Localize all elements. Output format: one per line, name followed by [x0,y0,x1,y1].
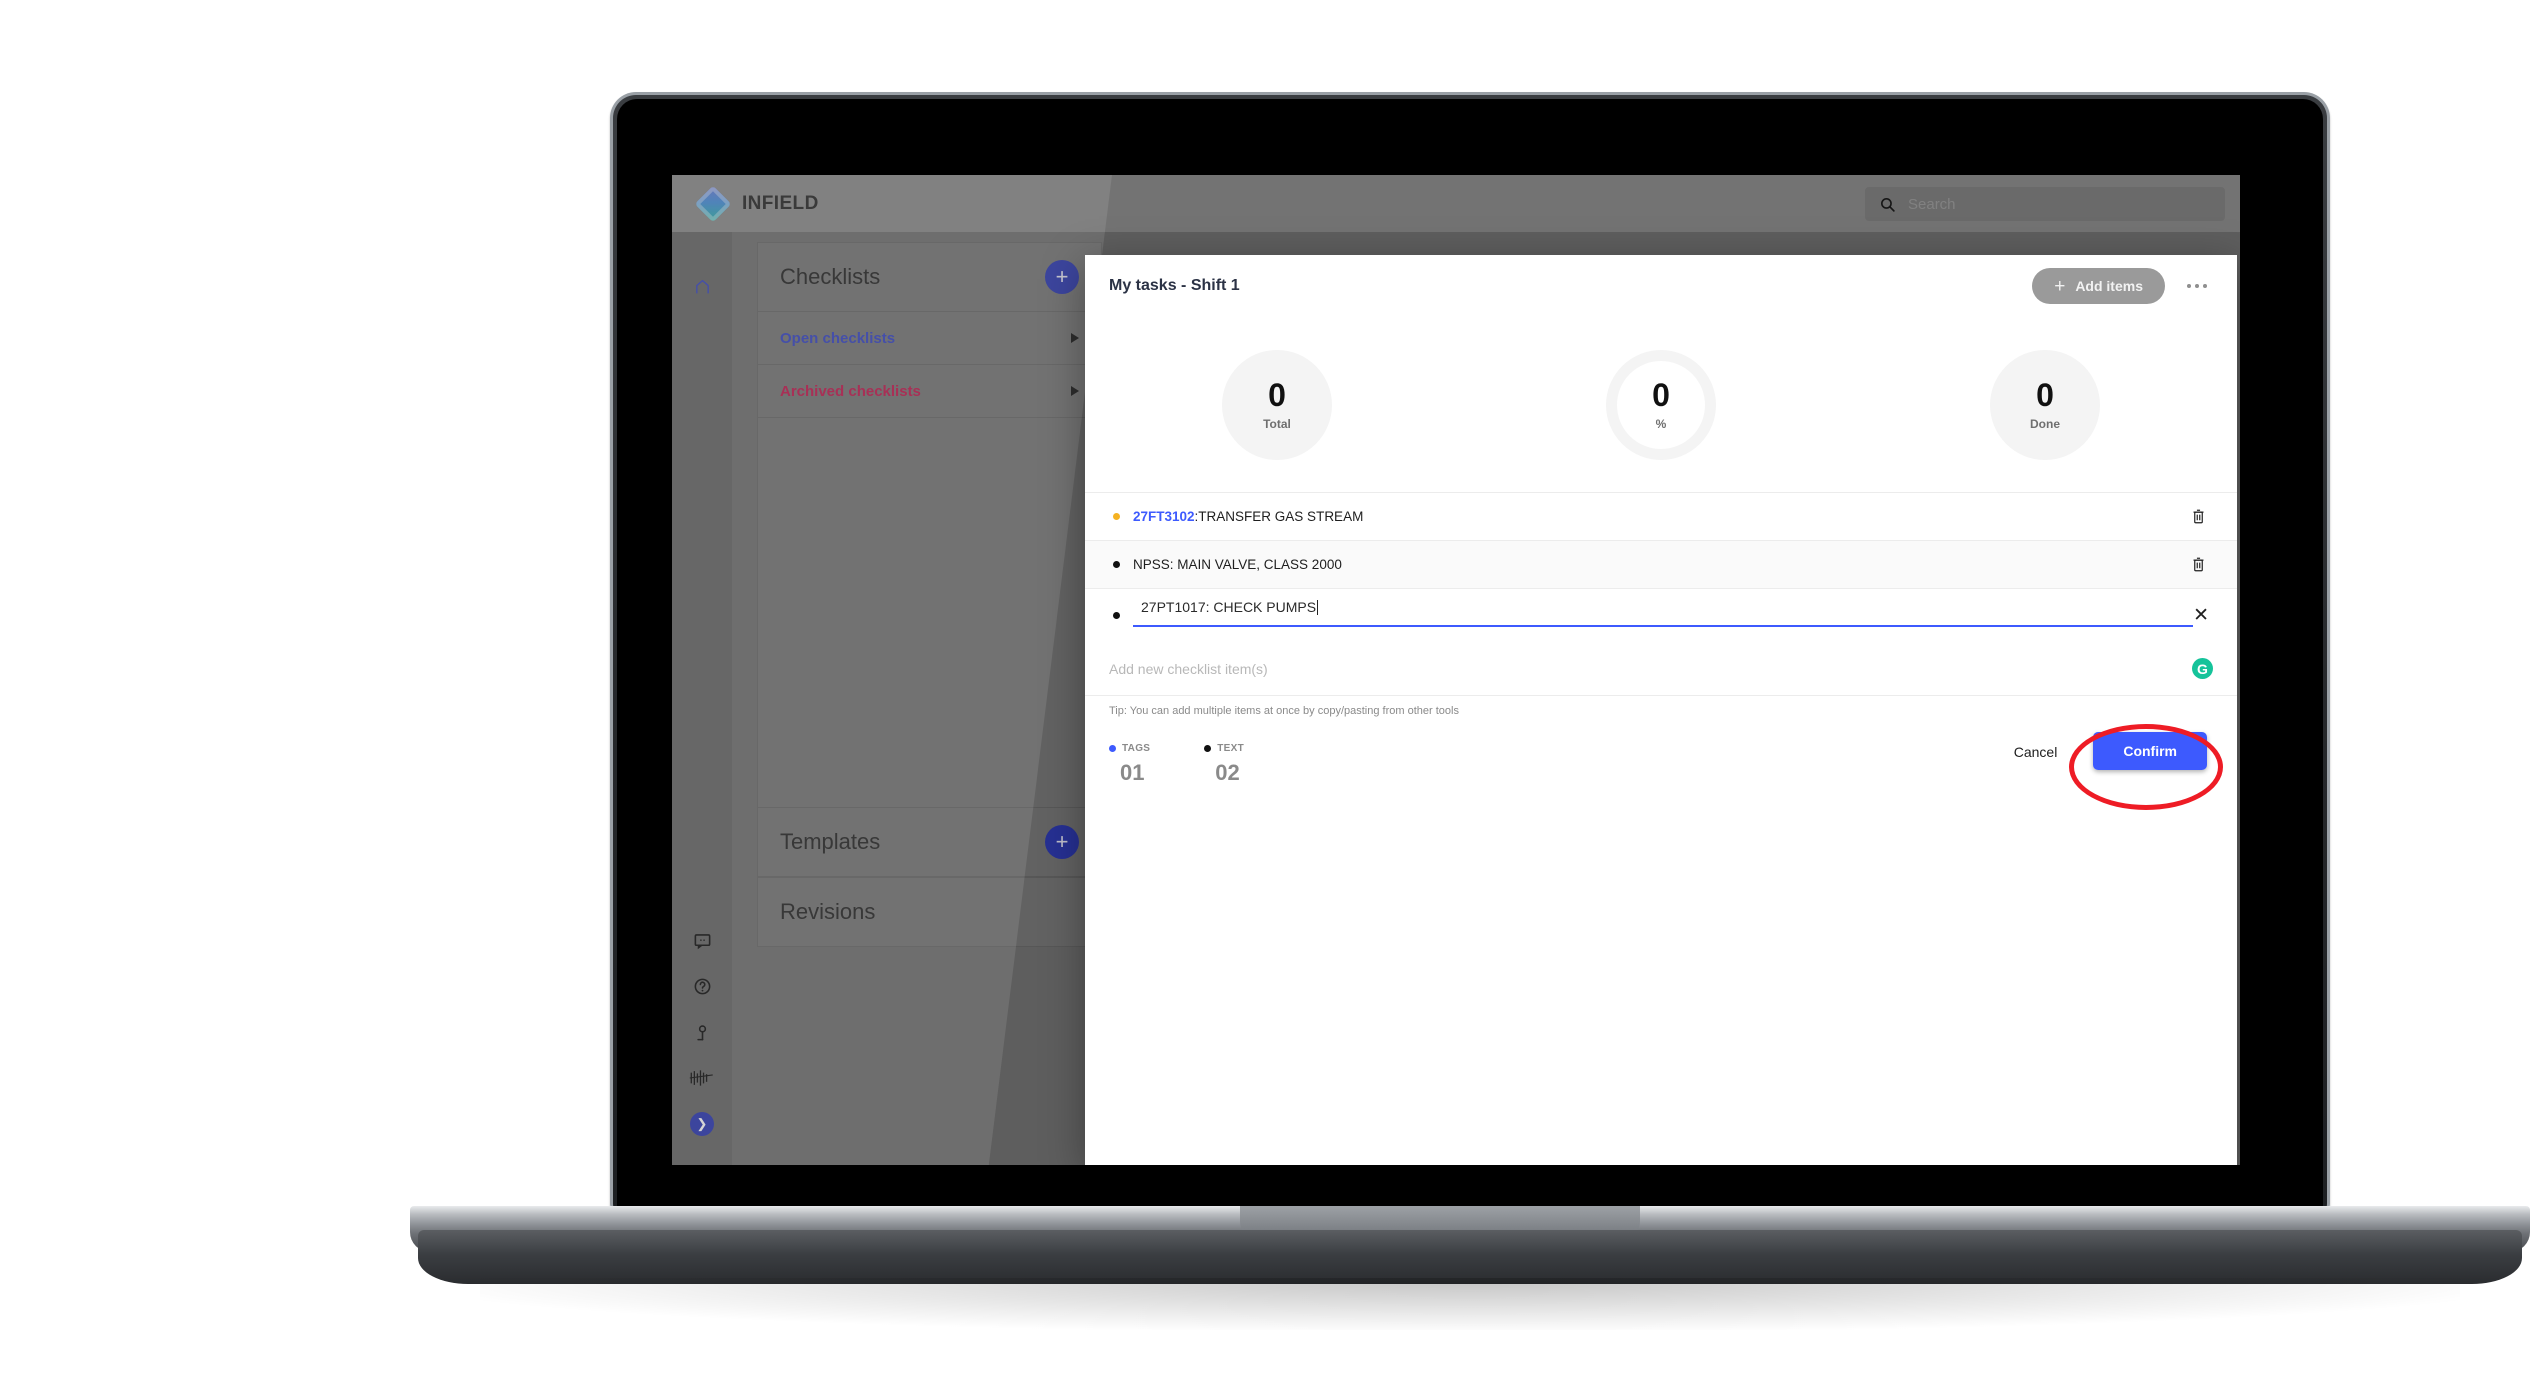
dot [2187,284,2191,288]
screenshot-canvas: INFIELD Search ❯ Checklists + Open check… [0,0,2538,1400]
more-options-button[interactable] [2187,284,2207,288]
stat-label: Total [1263,416,1291,431]
trash-icon [2193,557,2203,572]
laptop-base-bottom [418,1230,2522,1284]
stats-row: 0 Total 0 % 0 Done [1085,317,2237,492]
item-tag[interactable]: 27FT3102 [1133,509,1195,524]
plus-icon: + [2054,275,2066,297]
modal-header: My tasks - Shift 1 + Add items [1085,255,2237,317]
clear-item-button[interactable]: ✕ [2193,606,2209,625]
counter-label-text: TEXT [1217,743,1245,754]
stat-value: 0 [2036,376,2054,413]
trash-icon [2193,509,2203,524]
laptop-shadow [480,1278,2460,1330]
add-items-button[interactable]: + Add items [2032,268,2165,304]
modal-header-actions: + Add items [2032,268,2207,304]
bullet-dot [1112,612,1120,619]
stat-label: % [1655,416,1667,431]
footer-actions: Cancel Confirm [2014,724,2224,810]
stat-disc: 0 Done [1990,349,2100,460]
page-title: My tasks - Shift 1 [1109,277,1240,294]
add-new-item-row[interactable]: Add new checklist item(s) G [1085,642,2237,696]
counter-text-label: TEXT [1204,743,1244,754]
dot [2195,284,2199,288]
counter-tags-value: 01 [1120,760,1145,785]
stat-percent: 0 % [1469,317,1853,492]
legend-dot-text [1204,745,1212,752]
counters-group: TAGS 01 TEXT 02 [1109,743,1244,786]
stat-disc: 0 % [1606,349,1716,460]
delete-item-button[interactable] [2187,556,2209,573]
item-bullet [1099,513,1133,520]
item-edit-wrapper: 27PT1017: CHECK PUMPS [1133,598,2194,633]
stat-value: 0 [1268,376,1286,413]
item-text: NPSS: MAIN VALVE, CLASS 2000 [1133,557,1342,572]
text-cursor [1317,599,1319,615]
checklist-item-row-editing[interactable]: 27PT1017: CHECK PUMPS ✕ [1085,588,2237,642]
modal-footer: TAGS 01 TEXT 02 Cancel Confirm [1085,717,2237,810]
cancel-button[interactable]: Cancel [2014,744,2058,760]
item-bullet [1099,612,1133,619]
item-text: 27FT3102:TRANSFER GAS STREAM [1133,509,2187,524]
item-bullet [1099,561,1133,568]
stat-done: 0 Done [1853,317,2237,492]
bullet-dot-amber [1112,513,1120,520]
laptop-screen: INFIELD Search ❯ Checklists + Open check… [672,175,2240,1165]
confirm-button[interactable]: Confirm [2093,732,2207,770]
add-items-label: Add items [2075,278,2143,294]
checklist-modal: My tasks - Shift 1 + Add items 0 Total 0… [1085,255,2237,1165]
counter-text: TEXT 02 [1204,743,1244,786]
dot [2203,284,2207,288]
delete-item-button[interactable] [2187,508,2209,525]
counter-text-value: 02 [1215,760,1240,785]
counter-tags: TAGS 01 [1109,743,1150,786]
item-description: :TRANSFER GAS STREAM [1194,509,1364,524]
bullet-dot [1112,561,1120,568]
add-new-input[interactable]: Add new checklist item(s) [1109,661,1268,677]
stat-disc: 0 Total [1222,349,1332,460]
stat-label: Done [2030,416,2060,431]
legend-dot-tags [1109,745,1116,752]
checklist-item-row[interactable]: NPSS: MAIN VALVE, CLASS 2000 [1085,540,2237,588]
counter-label-text: TAGS [1122,743,1151,754]
tip-text: Tip: You can add multiple items at once … [1109,705,1459,717]
grammarly-icon[interactable]: G [2192,658,2213,679]
stat-total: 0 Total [1085,317,1469,492]
item-edit-value: 27PT1017: CHECK PUMPS [1141,598,1317,615]
item-edit-input[interactable]: 27PT1017: CHECK PUMPS [1133,598,2194,627]
confirm-button-wrapper: Confirm [2069,724,2224,810]
checklist-item-row[interactable]: 27FT3102:TRANSFER GAS STREAM [1085,492,2237,540]
app-window: INFIELD Search ❯ Checklists + Open check… [672,175,2240,1165]
counter-tags-label: TAGS [1109,743,1150,754]
stat-value: 0 [1652,376,1670,413]
